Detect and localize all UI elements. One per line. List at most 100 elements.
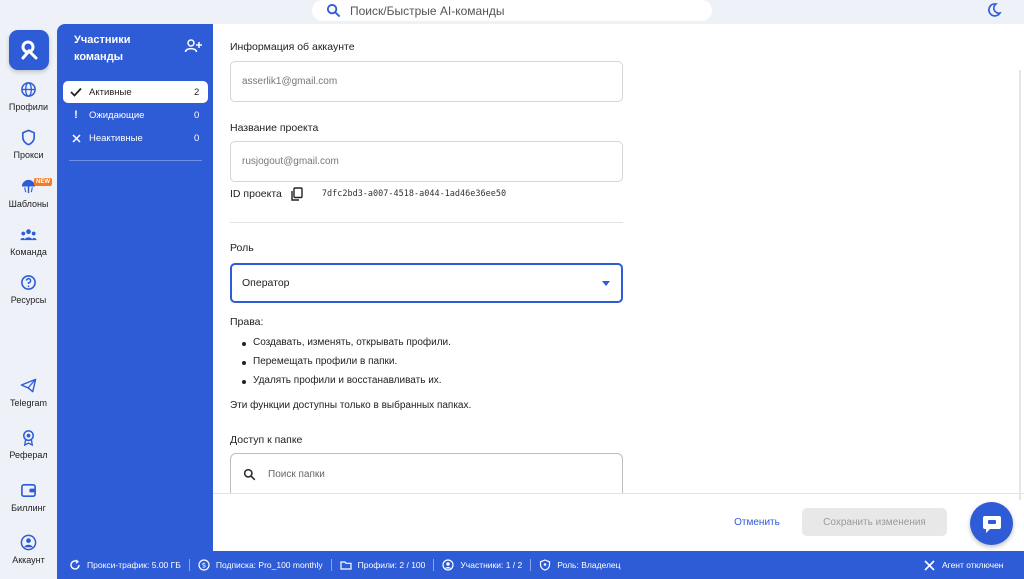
rights-item: Создавать, изменять, открывать профили. (230, 337, 471, 348)
filter-count: 2 (194, 86, 200, 98)
rights-note: Эти функции доступны только в выбранных … (230, 400, 472, 411)
filter-label: Ожидающие (89, 109, 145, 121)
role-value: Оператор (242, 277, 290, 289)
theme-toggle-button[interactable] (985, 1, 1003, 19)
profiles-text: Профили: 2 / 100 (357, 560, 426, 570)
search-icon (326, 3, 341, 18)
team-icon (20, 229, 37, 241)
members-text: Участники: 1 / 2 (460, 560, 523, 570)
filter-inactive[interactable]: Неактивные 0 (63, 127, 208, 149)
wallet-icon (21, 484, 36, 497)
profiles-status: Профили: 2 / 100 (340, 551, 426, 579)
filter-active[interactable]: Активные 2 (63, 81, 208, 103)
subscription-text: Подписка: Pro_100 monthly (215, 560, 323, 570)
section-divider (230, 222, 623, 223)
rights-list: Создавать, изменять, открывать профили. … (230, 337, 471, 386)
status-separator (330, 559, 332, 571)
project-id-label: ID проекта (230, 188, 282, 200)
rail-item-billing[interactable]: Биллинг (0, 482, 57, 513)
help-icon (21, 275, 36, 290)
svg-text:$: $ (202, 562, 206, 570)
scrollbar[interactable] (1019, 70, 1021, 500)
agent-status-text: Агент отключен (942, 560, 1004, 570)
account-email-field[interactable]: asserlik1@gmail.com (230, 61, 623, 102)
folder-icon (340, 561, 352, 570)
rail-label: Ресурсы (10, 295, 47, 305)
folder-access-label: Доступ к папке (230, 434, 303, 446)
rail-item-telegram[interactable]: Telegram (0, 377, 57, 408)
filter-label: Неактивные (89, 132, 143, 144)
close-icon (924, 559, 935, 571)
support-chat-button[interactable] (970, 502, 1013, 545)
rail-item-referral[interactable]: Реферал (0, 429, 57, 460)
role-status-text: Роль: Владелец (557, 560, 621, 570)
rail-item-resources[interactable]: Ресурсы (0, 274, 57, 305)
team-divider (69, 160, 202, 161)
save-button[interactable]: Сохранить изменения (802, 508, 947, 536)
add-user-icon[interactable] (184, 38, 202, 54)
member-details-panel: Информация об аккаунте asserlik1@gmail.c… (213, 24, 1024, 551)
folder-search-input[interactable]: Поиск папки (230, 453, 623, 494)
status-separator (530, 559, 532, 571)
proxy-traffic-status: Прокси-трафик: 5.00 ГБ (69, 551, 181, 579)
status-bar: Прокси-трафик: 5.00 ГБ $ Подписка: Pro_1… (57, 551, 1024, 579)
project-name-field[interactable]: rusjogout@gmail.com (230, 141, 623, 182)
rail-label: Аккаунт (12, 555, 45, 565)
members-status: Участники: 1 / 2 (442, 551, 522, 579)
rights-section: Права: Создавать, изменять, открывать пр… (230, 316, 471, 411)
check-icon (63, 87, 89, 97)
filter-pending[interactable]: ! Ожидающие 0 (63, 104, 208, 126)
role-status: Роль: Владелец (539, 551, 621, 579)
rights-item: Перемещать профили в папки. (230, 356, 471, 367)
refresh-icon (70, 559, 80, 570)
logo-icon (21, 40, 38, 60)
chat-icon (982, 515, 1001, 533)
rail-label: Биллинг (11, 503, 46, 513)
rail-label: Реферал (9, 450, 48, 460)
subscription-status: $ Подписка: Pro_100 monthly (198, 551, 323, 579)
rail-label: Команда (10, 247, 47, 257)
team-panel-title: Участники команды (74, 34, 131, 63)
dollar-icon: $ (198, 559, 210, 571)
rail-label: Профили (8, 102, 49, 112)
shield-icon (22, 129, 35, 146)
moon-icon (988, 3, 1002, 17)
folder-search-placeholder: Поиск папки (268, 468, 325, 480)
shield-icon (540, 559, 551, 571)
role-label: Роль (230, 242, 254, 254)
search-placeholder: Поиск/Быстрые AI-команды (350, 3, 505, 18)
rail-item-account[interactable]: Аккаунт (0, 534, 57, 565)
rail-item-templates[interactable]: NEW Шаблоны (0, 178, 57, 209)
rail-label: Шаблоны (8, 199, 49, 209)
team-members-panel: Участники команды Активные 2 ! Ожидающие… (57, 24, 213, 551)
cross-icon (63, 133, 89, 143)
role-select[interactable]: Оператор (230, 263, 623, 303)
rights-item: Удалять профили и восстанавливать их. (230, 375, 471, 386)
search-icon (243, 468, 256, 480)
app-logo[interactable] (9, 30, 49, 70)
filter-label: Активные (89, 86, 132, 98)
top-bar: Поиск/Быстрые AI-команды (0, 0, 1024, 24)
new-badge: NEW (34, 178, 52, 186)
telegram-icon (20, 378, 37, 393)
left-rail: Профили Прокси NEW Шаблоны Команда Ресур… (0, 24, 57, 565)
rights-label: Права: (230, 316, 264, 328)
rail-label: Telegram (9, 398, 47, 408)
rail-label: Прокси (13, 150, 44, 160)
account-info-label: Информация об аккаунте (230, 41, 355, 53)
rail-item-team[interactable]: Команда (0, 226, 57, 257)
rail-item-proxy[interactable]: Прокси (0, 129, 57, 160)
referral-icon (23, 430, 34, 446)
proxy-traffic-text: Прокси-трафик: 5.00 ГБ (87, 560, 181, 570)
copy-icon[interactable] (290, 187, 303, 201)
filter-count: 0 (194, 132, 200, 144)
rail-item-profiles[interactable]: Профили (0, 81, 57, 112)
project-name-label: Название проекта (230, 122, 319, 134)
cancel-button[interactable]: Отменить (729, 510, 785, 534)
user-icon (442, 559, 454, 571)
agent-status[interactable]: Агент отключен (924, 551, 1004, 579)
ai-search-input[interactable]: Поиск/Быстрые AI-команды (312, 0, 712, 21)
exclamation-icon: ! (74, 109, 78, 121)
project-id-value: 7dfc2bd3-a007-4518-a044-1ad46e36ee50 (321, 189, 507, 199)
footer-divider (213, 493, 1024, 494)
